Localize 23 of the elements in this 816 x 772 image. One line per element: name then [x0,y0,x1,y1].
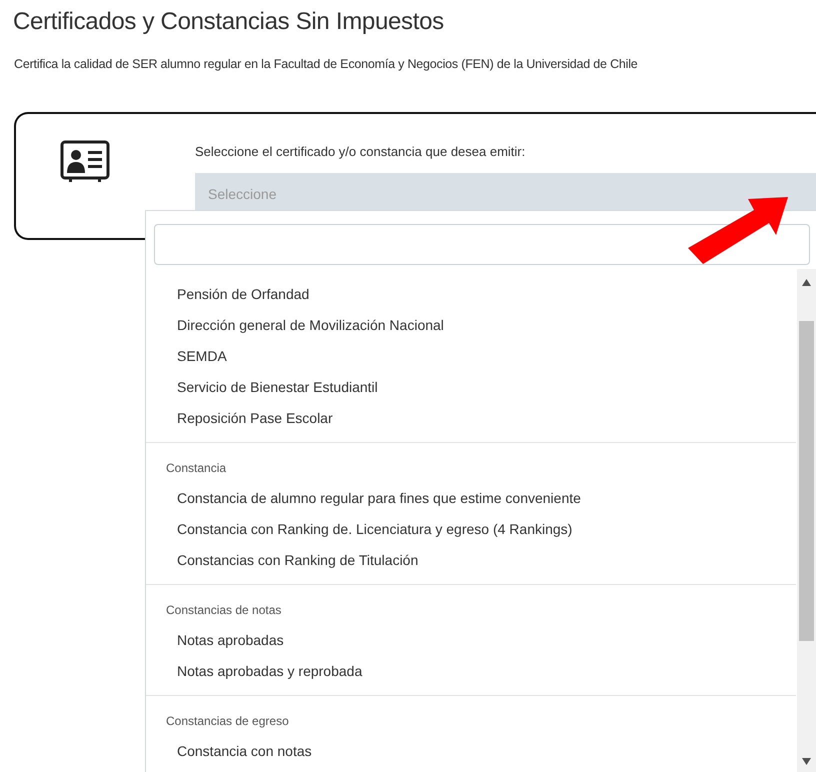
group-header: Constancia [165,460,228,477]
id-card-icon [60,140,110,184]
dropdown-option[interactable]: Notas aprobadas y reprobada [146,656,796,687]
dropdown-option[interactable]: Dirección general de Movilización Nacional [146,310,796,341]
scrollbar[interactable] [797,269,816,772]
group-header: Constancias de notas [165,602,282,619]
dropdown-option[interactable]: Constancia con notas [146,736,796,767]
scrollbar-thumb[interactable] [799,321,814,641]
scroll-down-icon[interactable] [802,758,811,765]
dropdown-option[interactable]: Constancias con Ranking de Titulación [146,545,796,576]
page-subtitle: Certifica la calidad de SER alumno regular en la Facultad de Economía y Negocios (FEN) de la Universidad de Chile [14,56,639,73]
dropdown-option[interactable]: SEMDA [146,341,796,372]
page-title: Certificados y Constancias Sin Impuestos [13,8,445,37]
scroll-up-icon[interactable] [802,279,811,286]
field-label: Seleccione el certificado y/o constancia que desea emitir: [195,142,526,161]
dropdown-option[interactable]: Constancia de alumno regular para fines que estime conveniente [146,483,796,514]
dropdown-option[interactable]: Constancia con Ranking de. Licenciatura y egreso (4 Rankings) [146,514,796,545]
group-header: Constancias de egreso [165,713,290,730]
search-field[interactable] [154,224,810,265]
dropdown-option[interactable]: Notas aprobadas [146,625,796,656]
dropdown-option[interactable]: Pensión de Orfandad [146,279,796,310]
dropdown-option[interactable]: Servicio de Bienestar Estudiantil [146,372,796,403]
dropdown-option[interactable]: Reposición Pase Escolar [146,403,796,434]
